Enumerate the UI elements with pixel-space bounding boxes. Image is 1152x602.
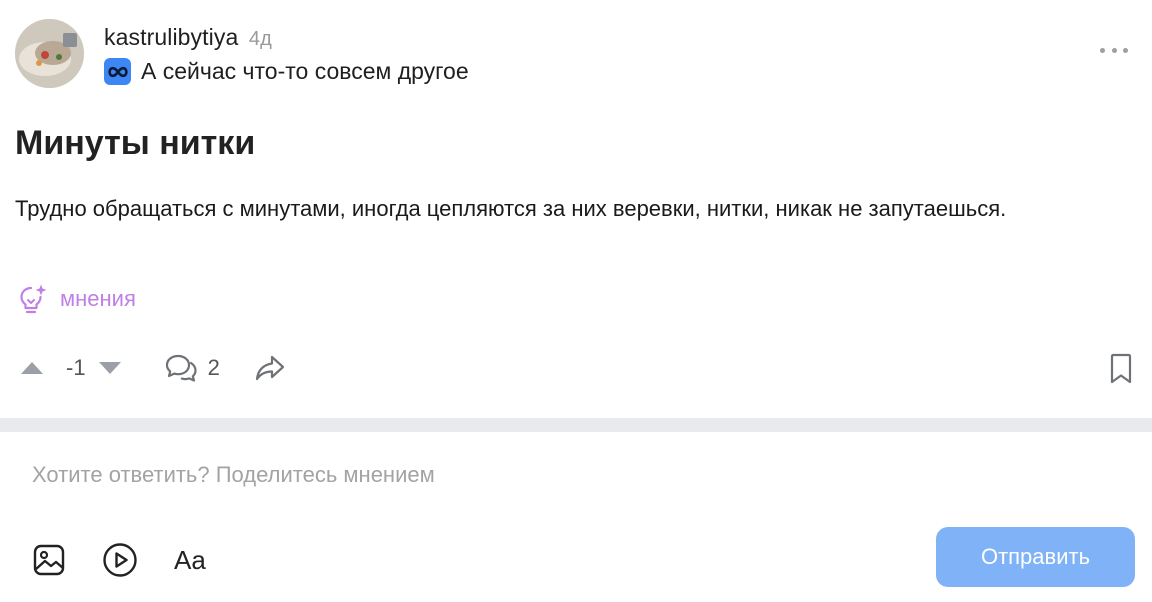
reply-input[interactable]: Хотите ответить? Поделитесь мнением <box>32 462 435 488</box>
tag-opinions[interactable]: мнения <box>18 283 136 315</box>
lightbulb-sparkle-icon <box>20 284 47 314</box>
text-format-button[interactable]: Aa <box>174 545 206 576</box>
author-line: kastrulibytiya 4д <box>104 24 272 51</box>
avatar[interactable] <box>15 19 84 88</box>
post-title: Минуты нитки <box>15 124 256 162</box>
share-arrow-icon[interactable] <box>254 354 286 382</box>
send-button[interactable]: Отправить <box>936 527 1135 587</box>
post-age: 4д <box>248 28 272 50</box>
more-dots-icon[interactable] <box>1100 40 1128 60</box>
score: -1 <box>66 355 86 380</box>
reply-composer: Хотите ответить? Поделитесь мнением Aa О… <box>0 432 1152 602</box>
community-name: А сейчас что-то совсем другое <box>141 58 469 84</box>
post-body: Трудно обращаться с минутами, иногда цеп… <box>15 196 1007 221</box>
composer-toolbar: Aa <box>32 542 242 578</box>
community-link[interactable]: А сейчас что-то совсем другое <box>104 58 469 85</box>
bookmark-icon[interactable] <box>1108 353 1134 390</box>
chat-bubbles-icon <box>165 354 197 382</box>
triangle-down-icon[interactable] <box>98 361 122 375</box>
comments-count: 2 <box>207 355 220 380</box>
post-card: kastrulibytiya 4д А сейчас что-то совсем… <box>0 0 1152 418</box>
image-icon[interactable] <box>32 543 66 577</box>
text-format-label: Aa <box>174 544 206 575</box>
avatar-image <box>15 19 84 88</box>
play-circle-icon[interactable] <box>102 542 138 578</box>
tag-label: мнения <box>60 286 136 311</box>
comments-button[interactable]: 2 <box>164 353 220 383</box>
triangle-up-icon[interactable] <box>20 361 44 375</box>
author-name[interactable]: kastrulibytiya <box>104 24 238 50</box>
section-divider <box>0 418 1152 432</box>
infinity-icon <box>104 58 131 85</box>
post-actions: -1 2 <box>20 348 286 388</box>
